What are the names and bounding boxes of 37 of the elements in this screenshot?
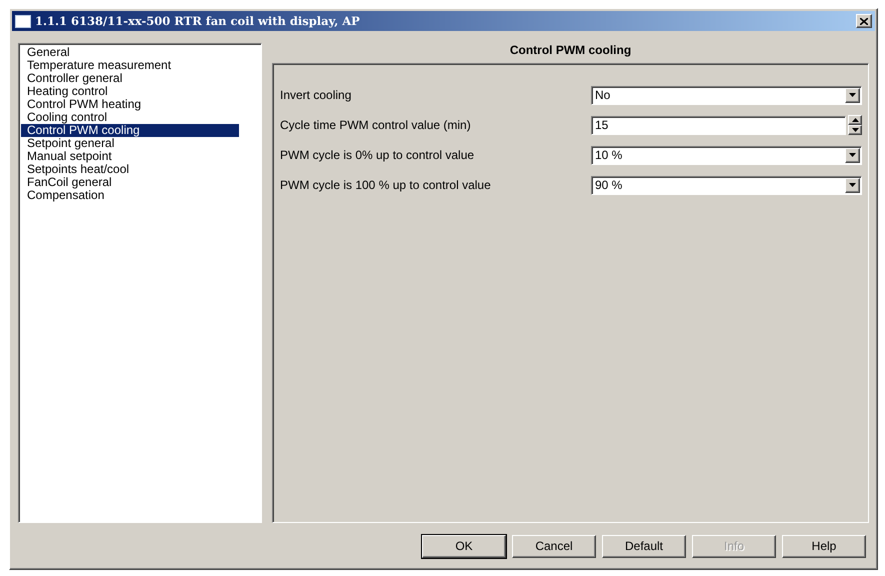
parameter-label: PWM cycle is 0% up to control value bbox=[280, 148, 476, 162]
dropdown-button[interactable] bbox=[845, 88, 860, 102]
dropdown-button[interactable] bbox=[845, 178, 860, 192]
parameter-label: PWM cycle is 100 % up to control value bbox=[280, 178, 492, 192]
sidebar-item[interactable]: Control PWM cooling bbox=[21, 124, 239, 137]
close-button[interactable] bbox=[856, 14, 872, 28]
sidebar-item[interactable]: Control PWM heating bbox=[21, 98, 239, 111]
sidebar-item[interactable]: FanCoil general bbox=[21, 176, 239, 189]
sidebar-item[interactable]: Temperature measurement bbox=[21, 59, 239, 72]
dropdown[interactable]: 10 % bbox=[591, 146, 862, 164]
close-icon bbox=[860, 18, 868, 24]
parameter-label: Invert cooling bbox=[280, 88, 352, 102]
spin-down-button[interactable] bbox=[848, 125, 862, 135]
sidebar-item[interactable]: Controller general bbox=[21, 72, 239, 85]
dropdown[interactable]: No bbox=[591, 86, 862, 104]
caret-icon bbox=[849, 153, 856, 157]
dropdown[interactable]: 90 % bbox=[591, 176, 862, 194]
sidebar-item[interactable]: Setpoint general bbox=[21, 137, 239, 150]
panel-title: Control PWM cooling bbox=[508, 43, 632, 59]
dialog-button[interactable]: OK bbox=[422, 534, 506, 558]
window-title: 1.1.1 6138/11-xx-500 RTR fan coil with display, AP bbox=[35, 14, 361, 28]
dropdown-button[interactable] bbox=[845, 148, 860, 162]
sidebar-item[interactable]: General bbox=[21, 46, 239, 59]
sidebar-item[interactable]: Compensation bbox=[21, 189, 239, 202]
sidebar-item[interactable]: Manual setpoint bbox=[21, 150, 239, 163]
parameter-label: Cycle time PWM control value (min) bbox=[280, 118, 472, 132]
window-icon bbox=[15, 14, 31, 28]
caret-icon bbox=[849, 183, 856, 187]
dialog-button[interactable]: Help bbox=[782, 534, 866, 558]
spin-up-button[interactable] bbox=[848, 115, 862, 125]
sidebar-item[interactable]: Heating control bbox=[21, 85, 239, 98]
sidebar-item[interactable]: Cooling control bbox=[21, 111, 239, 124]
dialog-button[interactable]: Default bbox=[602, 534, 686, 558]
input-field[interactable]: 15 bbox=[591, 116, 846, 134]
dialog-button[interactable]: Cancel bbox=[512, 534, 596, 558]
sidebar-item[interactable]: Setpoints heat/cool bbox=[21, 163, 239, 176]
caret-icon bbox=[849, 93, 856, 97]
